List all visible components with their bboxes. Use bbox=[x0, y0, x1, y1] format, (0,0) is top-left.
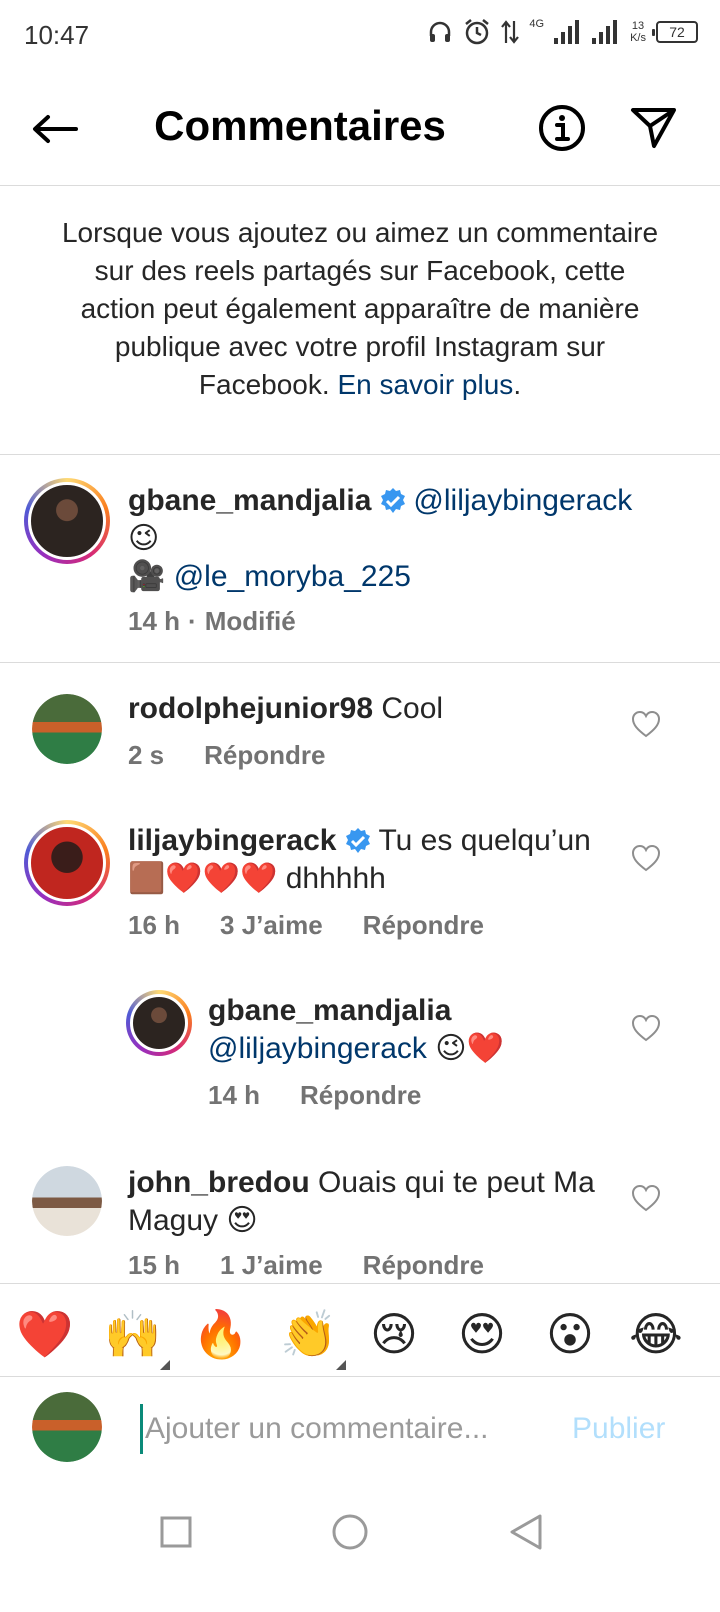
comment-meta: 15 h 1 J’aime Répondre bbox=[128, 1250, 484, 1280]
emoji-quick-bar: ❤️ 🙌 🔥 👏 😢 😍 😮 😂 bbox=[0, 1283, 720, 1377]
status-bar: 10:47 4G 13 K/s 72 bbox=[0, 0, 720, 72]
variant-indicator-icon bbox=[160, 1360, 170, 1370]
emoji-fire[interactable]: 🔥 bbox=[192, 1306, 249, 1362]
caption-text: gbane_mandjalia @liljaybingerack 😉 🎥 @le_… bbox=[128, 482, 688, 596]
status-icons: 4G 13 K/s 72 bbox=[427, 18, 698, 46]
heart-icon[interactable] bbox=[630, 842, 662, 874]
comment-username[interactable]: gbane_mandjalia bbox=[208, 994, 451, 1027]
comment-meta: 14 h Répondre bbox=[208, 1080, 421, 1111]
comment-username[interactable]: rodolphejunior98 bbox=[128, 692, 373, 725]
home-icon[interactable] bbox=[320, 1502, 380, 1562]
avatar[interactable] bbox=[126, 990, 192, 1056]
own-avatar bbox=[32, 1392, 102, 1462]
mention-link[interactable]: @liljaybingerack bbox=[208, 1032, 427, 1065]
avatar[interactable] bbox=[24, 820, 110, 906]
signal-icon-2 bbox=[592, 20, 618, 44]
emoji-clapping[interactable]: 👏 bbox=[280, 1306, 346, 1370]
system-nav-bar bbox=[0, 1478, 720, 1612]
avatar[interactable] bbox=[24, 478, 110, 564]
comment-composer: Publier bbox=[0, 1378, 720, 1478]
status-time: 10:47 bbox=[24, 20, 90, 50]
likes-count[interactable]: 3 J’aime bbox=[220, 910, 323, 941]
caption-meta: 14 h · Modifié bbox=[128, 606, 296, 636]
headphones-icon bbox=[430, 21, 451, 42]
reply-text: gbane_mandjalia @liljaybingerack 😉❤️ bbox=[208, 994, 504, 1065]
heart-icon[interactable] bbox=[630, 708, 662, 740]
emoji-heart-eyes[interactable]: 😍 bbox=[454, 1306, 510, 1362]
comment-time: 15 h bbox=[128, 1250, 181, 1280]
comment-text: liljaybingerack Tu es quelqu’un 🟫❤️❤️❤️ d… bbox=[128, 824, 591, 895]
comment-text: john_bredou Ouais qui te peut Ma Maguy 😍 bbox=[128, 1166, 595, 1237]
likes-count[interactable]: 1 J’aime bbox=[220, 1250, 323, 1280]
page-title: Commentaires bbox=[154, 102, 446, 149]
header: Commentaires bbox=[0, 72, 720, 186]
network-type: 4G bbox=[529, 18, 545, 30]
caption-time: 14 h bbox=[128, 606, 181, 636]
comment-text: rodolphejunior98 Cool bbox=[128, 692, 444, 725]
mention-link[interactable]: @liljaybingerack bbox=[413, 484, 632, 517]
paper-plane-icon bbox=[631, 108, 676, 148]
wink-emoji: 😉 bbox=[128, 522, 160, 555]
divider bbox=[0, 454, 720, 455]
data-arrows-icon bbox=[501, 20, 520, 44]
divider bbox=[0, 662, 720, 663]
heart-icon[interactable] bbox=[630, 1012, 662, 1044]
emoji-laughing[interactable]: 😂 bbox=[628, 1306, 684, 1362]
comment-input[interactable] bbox=[140, 1404, 540, 1454]
facebook-sharing-notice: Lorsque vous ajoutez ou aimez un comment… bbox=[61, 217, 659, 400]
comment-username[interactable]: john_bredou bbox=[128, 1166, 310, 1199]
avatar[interactable] bbox=[32, 1166, 102, 1236]
recent-apps-icon[interactable] bbox=[146, 1502, 206, 1562]
comment-username[interactable]: liljaybingerack bbox=[128, 824, 336, 857]
battery-icon: 72 bbox=[652, 21, 698, 43]
comment-meta: 16 h 3 J’aime Répondre bbox=[128, 910, 484, 941]
learn-more-link[interactable]: En savoir plus bbox=[337, 369, 513, 400]
back-nav-icon[interactable] bbox=[496, 1502, 556, 1562]
emoji-raising-hands[interactable]: 🙌 bbox=[104, 1306, 170, 1370]
info-circle-icon bbox=[539, 105, 585, 151]
mention-link[interactable]: @le_moryba_225 bbox=[174, 560, 411, 593]
signal-icon bbox=[554, 20, 580, 44]
comment-time: 2 s bbox=[128, 740, 165, 770]
emoji-crying[interactable]: 😢 bbox=[366, 1306, 422, 1362]
camera-emoji: 🎥 bbox=[128, 560, 166, 593]
share-button[interactable] bbox=[628, 102, 680, 154]
verified-badge-icon bbox=[346, 828, 371, 853]
alarm-icon bbox=[465, 19, 490, 45]
edited-label: Modifié bbox=[204, 606, 296, 636]
avatar[interactable] bbox=[32, 694, 102, 764]
info-button[interactable] bbox=[536, 102, 588, 154]
publish-button[interactable]: Publier bbox=[572, 1412, 665, 1446]
reply-button[interactable]: Répondre bbox=[363, 1250, 484, 1280]
emoji-heart[interactable]: ❤️ bbox=[16, 1306, 73, 1362]
comment-time: 14 h bbox=[208, 1080, 261, 1110]
variant-indicator-icon bbox=[336, 1360, 346, 1370]
heart-icon[interactable] bbox=[630, 1182, 662, 1214]
reply-button[interactable]: Répondre bbox=[300, 1080, 421, 1111]
emoji-surprised[interactable]: 😮 bbox=[542, 1306, 598, 1362]
reply-button[interactable]: Répondre bbox=[363, 910, 484, 941]
net-speed: 13 K/s bbox=[630, 20, 646, 44]
comment-meta: 2 s Répondre bbox=[128, 740, 326, 771]
verified-badge-icon bbox=[381, 488, 406, 513]
comment-time: 16 h bbox=[128, 910, 181, 940]
caption-username[interactable]: gbane_mandjalia bbox=[128, 484, 371, 517]
reply-button[interactable]: Répondre bbox=[204, 740, 325, 771]
